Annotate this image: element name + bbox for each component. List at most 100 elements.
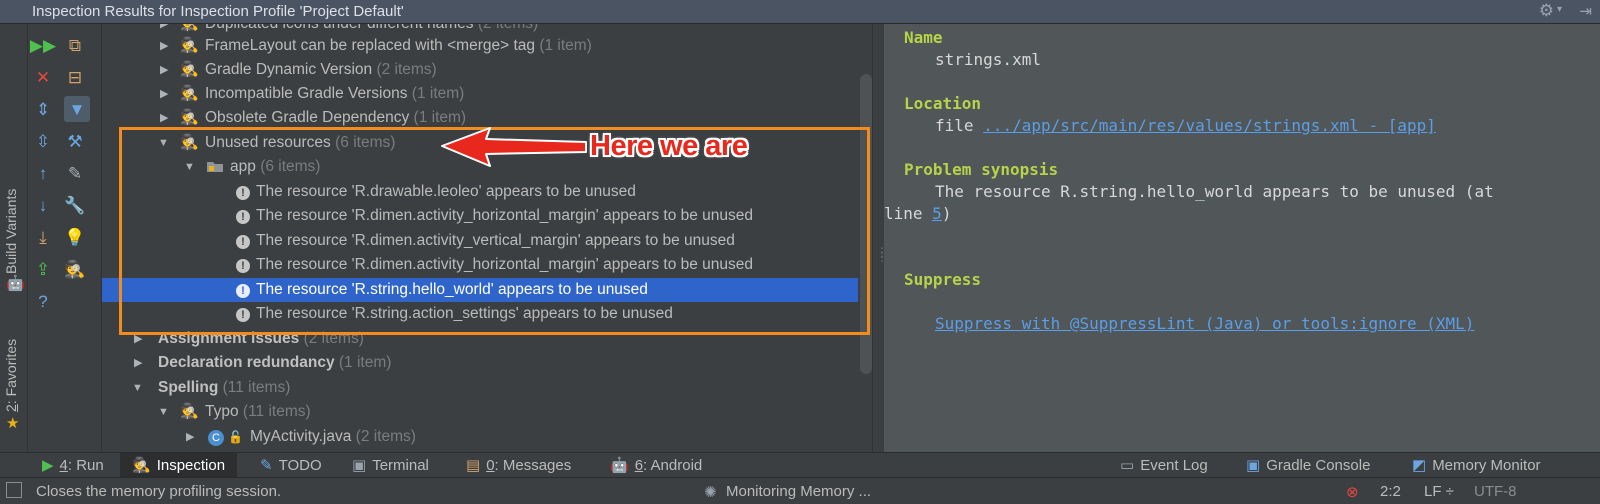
inspector-icon: 🕵: [180, 61, 199, 78]
close-icon[interactable]: ✕: [30, 64, 56, 90]
error-icon[interactable]: ⊗: [1346, 483, 1359, 501]
run-tab-number: 4: [59, 457, 68, 474]
tab-run[interactable]: ▶ 4: Run: [36, 453, 110, 478]
inspector-icon: 🕵: [180, 85, 199, 102]
name-value: strings.xml: [935, 50, 1041, 69]
chevron-down-icon[interactable]: ▼: [158, 400, 169, 424]
tab-gradle-console[interactable]: ▣ Gradle Console: [1240, 453, 1376, 478]
export-results-icon[interactable]: ⇪: [30, 256, 56, 282]
status-bar: Closes the memory profiling session. ✺ M…: [0, 477, 1600, 504]
todo-icon: ✎: [260, 457, 273, 474]
build-variants-label: Build Variants: [3, 188, 19, 274]
inspector-icon[interactable]: 🕵: [62, 256, 88, 282]
terminal-tab-label: Terminal: [372, 457, 429, 474]
memory-monitor-icon: ◩: [1412, 457, 1427, 474]
tab-android[interactable]: 🤖 6: Android: [604, 453, 708, 478]
suppress-link[interactable]: Suppress with @SuppressLint (Java) or to…: [935, 314, 1474, 333]
build-variants-tab[interactable]: Build Variants: [3, 189, 19, 274]
android-icon: 🤖: [610, 457, 629, 474]
star-icon: ★: [6, 415, 20, 432]
tree-row[interactable]: ▶ 🕵 FrameLayout can be replaced with <me…: [102, 34, 858, 58]
edit-icon[interactable]: ✎: [62, 160, 88, 186]
chevron-down-icon[interactable]: ▾: [1557, 4, 1562, 15]
problem-details-panel: Name strings.xml Location file .../app/s…: [884, 24, 1600, 452]
tab-memory-monitor[interactable]: ◩ Memory Monitor: [1406, 453, 1547, 478]
location-value: file .../app/src/main/res/values/strings…: [935, 116, 1436, 135]
lock-icon: 🔓: [228, 430, 243, 444]
gradle-console-icon: ▣: [1246, 457, 1261, 474]
download-icon[interactable]: ⤓: [30, 224, 56, 250]
window-title: Inspection Results for Inspection Profil…: [32, 3, 404, 20]
line-separator[interactable]: LF ÷: [1424, 483, 1454, 500]
chevron-right-icon[interactable]: ▶: [160, 58, 168, 82]
chevron-right-icon[interactable]: ▶: [160, 82, 168, 106]
edit-settings-icon[interactable]: ⚒: [62, 128, 88, 154]
gradle-console-tab-label: Gradle Console: [1266, 457, 1371, 474]
suppress-heading: Suppress: [904, 270, 982, 289]
chevron-down-icon[interactable]: ▼: [132, 376, 143, 400]
tree-row-category[interactable]: ▶ Declaration redundancy (1 item): [102, 351, 858, 375]
messages-icon: ▤: [466, 457, 481, 474]
annotation-label: Here we are: [590, 130, 748, 162]
rerun-icon[interactable]: ▶▶: [30, 32, 56, 58]
terminal-icon: ▣: [352, 457, 367, 474]
tree-row-count: (1 item): [539, 37, 592, 54]
tree-row-label: Declaration redundancy: [158, 354, 335, 371]
tool-window-bar: ▶ 4: Run 🕵 Inspection ✎ TODO ▣ Terminal ▤ 0: …: [0, 452, 1600, 478]
wrench-icon[interactable]: 🔧: [62, 192, 88, 218]
tree-row[interactable]: ▶ C 🔓 MyActivity.java (2 items): [102, 425, 858, 449]
todo-tab-label: TODO: [278, 457, 322, 474]
tree-row-label: Incompatible Gradle Versions: [205, 85, 408, 102]
chevron-right-icon[interactable]: ▶: [134, 351, 142, 375]
tree-row[interactable]: ▼ 🕵 Typo (11 items): [102, 400, 858, 424]
arrow-up-icon[interactable]: ↑: [30, 160, 56, 186]
android-icon: 🤖: [6, 275, 25, 292]
run-icon: ▶: [42, 457, 54, 474]
help-icon[interactable]: ?: [30, 288, 56, 314]
tab-messages[interactable]: ▤ 0: Messages: [460, 453, 577, 478]
tree-row-count: (11 items): [222, 379, 291, 396]
gear-icon[interactable]: ⚙: [1539, 1, 1554, 21]
tab-terminal[interactable]: ▣ Terminal: [346, 453, 435, 478]
encoding[interactable]: UTF-8: [1474, 483, 1517, 500]
filter-icon[interactable]: ▼: [64, 96, 90, 122]
inspection-toolbar: ▶▶ ⧉ ✕ ⊟ ⇕ ▼ ⇳ ⚒ ↑ ✎ ↓ 🔧 ⤓ 💡 ⇪ 🕵 ?: [28, 24, 102, 452]
collapse-all-icon[interactable]: ⇳: [30, 128, 56, 154]
memory-monitor-tab-label: Memory Monitor: [1432, 457, 1541, 474]
annotation-arrow-icon: [441, 127, 587, 167]
export-icon[interactable]: ⧉: [62, 32, 88, 58]
synopsis-line1: The resource R.string.hello_world appear…: [935, 182, 1494, 201]
chevron-right-icon[interactable]: ▶: [160, 34, 168, 58]
hide-panel-icon[interactable]: ⇥: [1579, 2, 1592, 20]
tab-todo[interactable]: ✎ TODO: [254, 453, 328, 478]
tree-row-count: (11 items): [242, 403, 311, 420]
tree-row[interactable]: ▶ 🕵 Incompatible Gradle Versions (1 item…: [102, 82, 858, 106]
chevron-right-icon[interactable]: ▶: [186, 425, 194, 449]
favorites-tab[interactable]: 2: Favorites: [3, 339, 19, 412]
name-heading: Name: [904, 28, 943, 47]
panel-splitter[interactable]: ⋮ ⋮: [872, 24, 888, 452]
line-number-link[interactable]: 5: [932, 204, 942, 223]
inspection-tab-label: Inspection: [156, 457, 226, 474]
tree-row[interactable]: ▶ 🕵 Gradle Dynamic Version (2 items): [102, 58, 858, 82]
inspector-icon: 🕵: [180, 37, 199, 54]
event-log-tab-label: Event Log: [1140, 457, 1208, 474]
synopsis-heading: Problem synopsis: [904, 160, 1059, 179]
caret-position[interactable]: 2:2: [1380, 483, 1401, 500]
favorites-number: 2: [3, 404, 19, 412]
progress-text[interactable]: Monitoring Memory ...: [726, 483, 871, 500]
android-tab-label: : Android: [643, 457, 703, 474]
location-link[interactable]: .../app/src/main/res/values/strings.xml …: [983, 116, 1436, 135]
tree-row-category[interactable]: ▼ Spelling (11 items): [102, 376, 858, 400]
tree-row-label: Typo: [205, 403, 239, 420]
group-by-icon[interactable]: ⊟: [62, 64, 88, 90]
toggle-tool-windows-icon[interactable]: [6, 482, 22, 498]
arrow-down-icon[interactable]: ↓: [30, 192, 56, 218]
favorites-label: : Favorites: [3, 338, 19, 405]
tree-row-label: FrameLayout can be replaced with <merge>…: [205, 37, 535, 54]
tab-inspection[interactable]: 🕵 Inspection: [120, 453, 238, 478]
tree-row-count: (2 items): [355, 428, 416, 445]
lightbulb-icon[interactable]: 💡: [62, 224, 88, 250]
tab-event-log[interactable]: ▭ Event Log: [1114, 453, 1214, 478]
expand-all-icon[interactable]: ⇕: [30, 96, 56, 122]
